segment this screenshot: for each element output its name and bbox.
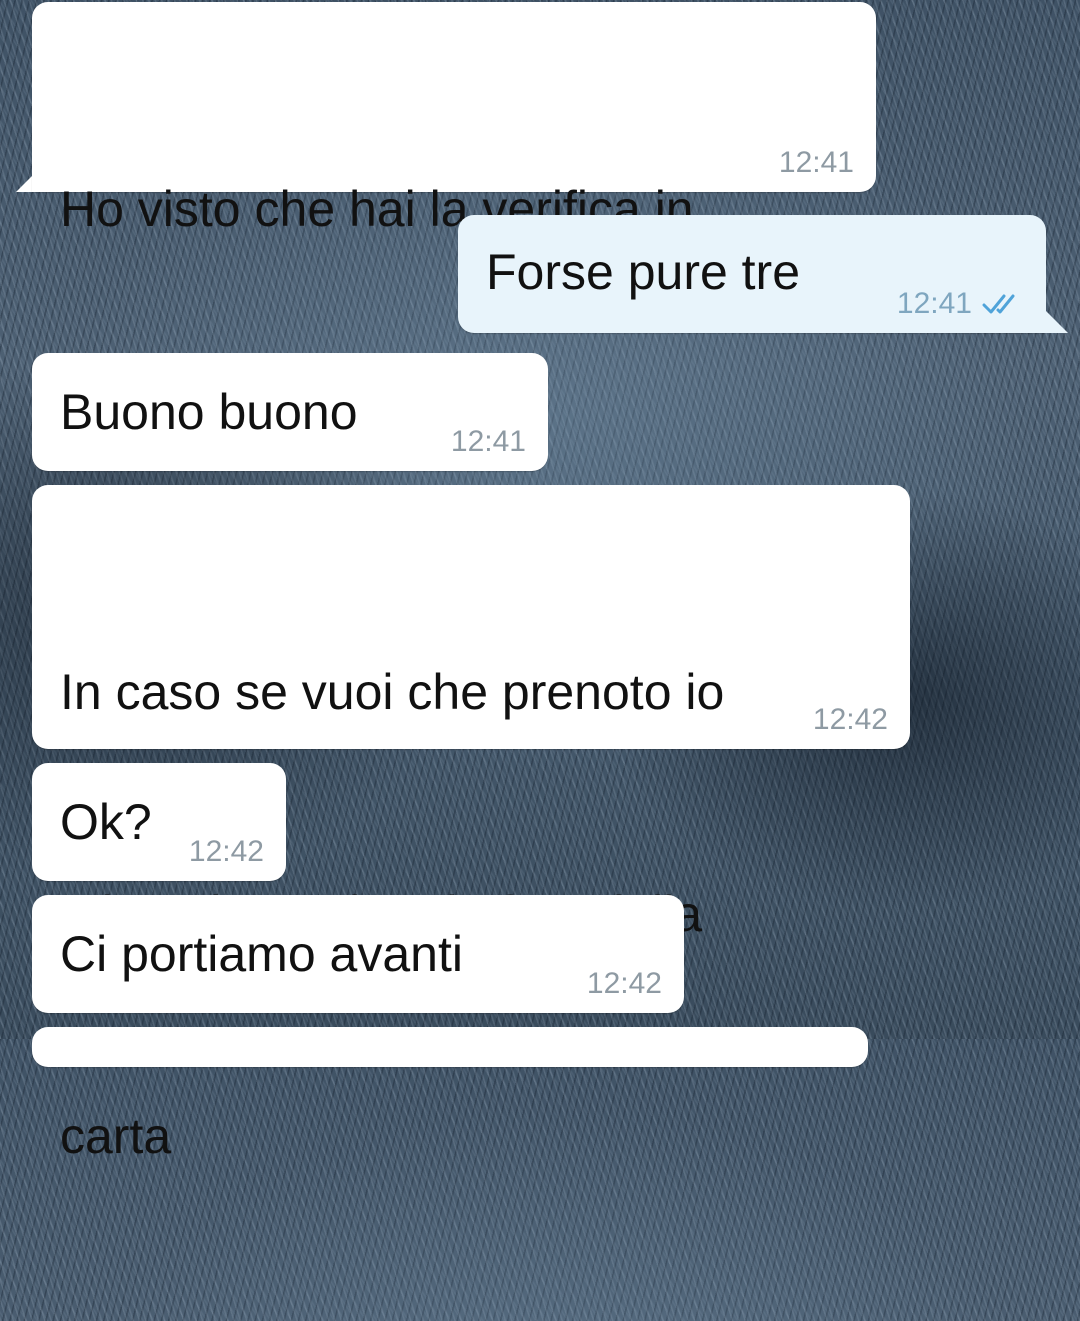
message-meta: 12:41: [897, 287, 1024, 321]
message-time: 12:42: [188, 835, 264, 868]
message-text: Ci portiamo avanti: [60, 926, 463, 982]
message-meta: 12:42: [587, 967, 662, 1001]
message-text: Forse pure tre: [486, 244, 801, 300]
message-text: Buono buono: [60, 384, 358, 440]
message-meta: 12:42: [813, 703, 888, 737]
message-meta: 12:41: [779, 146, 854, 180]
message-bubble-incoming[interactable]: Buono buono 12:41: [32, 353, 548, 471]
message-bubble-incoming[interactable]: Ok? 12:42: [32, 763, 286, 881]
message-time: 12:41: [896, 287, 972, 320]
message-bubble-outgoing[interactable]: Forse pure tre 12:41: [458, 215, 1046, 333]
message-time: 12:41: [450, 425, 526, 458]
bubble-tail: [1046, 311, 1068, 333]
message-time: 12:42: [586, 967, 662, 1000]
message-bubble-incoming[interactable]: Ho visto che hai la verifica in due pass…: [32, 2, 876, 459]
chat-message-list[interactable]: Ho visto che hai la verifica in due pass…: [0, 0, 1080, 1164]
message-meta: 12:42: [189, 835, 264, 869]
message-bubble-incoming[interactable]: In caso se vuoi che prenoto io mi puoi m…: [32, 485, 910, 1164]
message-meta: 12:41: [451, 425, 526, 459]
message-time: 12:41: [778, 146, 854, 179]
message-text-line: In caso se vuoi che prenoto io: [60, 664, 725, 720]
message-bubble-incoming-partial[interactable]: [32, 1027, 868, 1067]
message-bubble-incoming[interactable]: Ci portiamo avanti 12:42: [32, 895, 684, 1013]
message-text: Ok?: [60, 794, 152, 850]
message-time: 12:42: [812, 703, 888, 736]
message-text-line: carta: [60, 1108, 172, 1164]
double-check-icon: [982, 293, 1024, 315]
